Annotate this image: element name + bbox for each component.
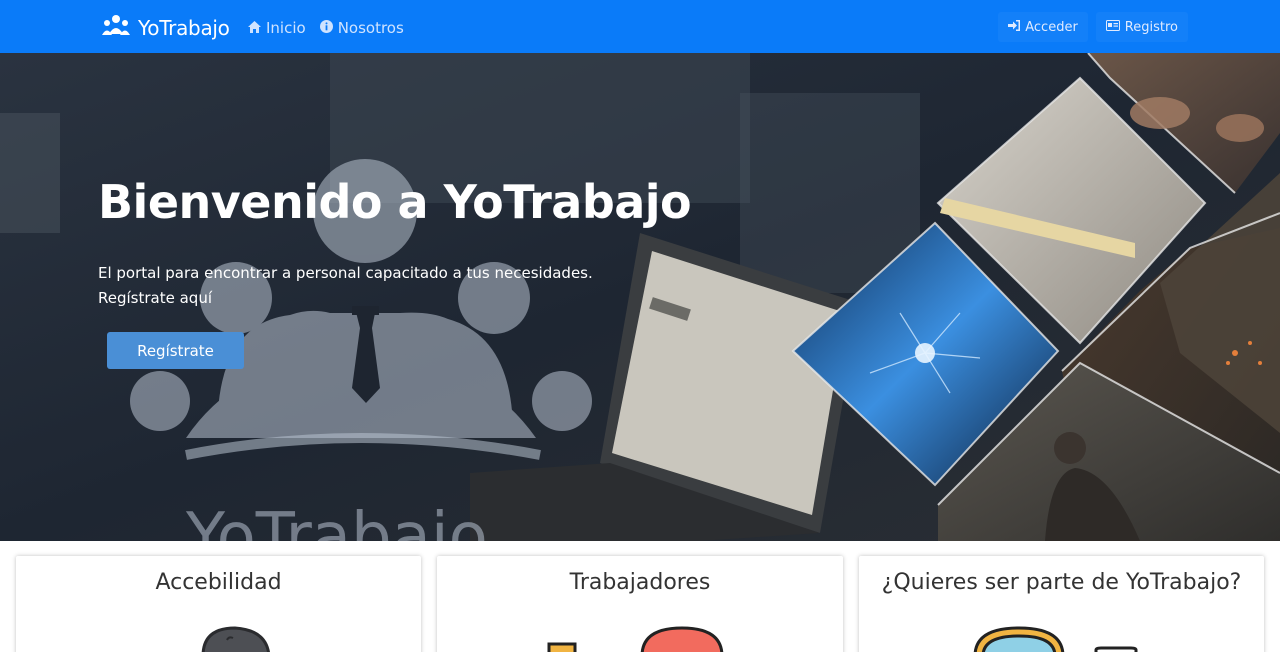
nav-link-label: Nosotros	[337, 19, 404, 37]
card-workers: Trabajadores	[437, 556, 843, 652]
info-icon	[319, 19, 333, 37]
card-title: Trabajadores	[569, 570, 711, 595]
hero-title: Bienvenido a YoTrabajo	[98, 175, 692, 229]
join-icon	[973, 626, 1138, 652]
hero-register-link[interactable]: Regístrate aquí	[98, 286, 593, 311]
account-nav: Acceder Registro	[998, 12, 1188, 42]
nav-link-label: Inicio	[266, 19, 306, 37]
register-nav-button[interactable]: Registro	[1095, 12, 1188, 42]
register-button[interactable]: Regístrate	[107, 332, 244, 369]
id-card-icon	[1105, 19, 1120, 35]
card-title: Accebilidad	[155, 570, 282, 595]
brand-name: YoTrabajo	[138, 15, 230, 40]
hero-subtitle: El portal para encontrar a personal capa…	[98, 261, 593, 311]
hand-icon	[201, 626, 270, 652]
primary-nav: Inicio Nosotros	[248, 19, 404, 37]
home-icon	[248, 19, 261, 37]
login-label: Acceder	[1025, 19, 1078, 35]
team-logo-icon	[100, 14, 132, 41]
hero-subtitle-line: El portal para encontrar a personal capa…	[98, 264, 593, 282]
card-join: ¿Quieres ser parte de YoTrabajo?	[859, 556, 1264, 652]
card-title: ¿Quieres ser parte de YoTrabajo?	[881, 570, 1242, 595]
workers-icon	[547, 626, 724, 652]
sign-in-icon	[1008, 19, 1021, 35]
register-label: Registro	[1124, 19, 1178, 35]
hero-banner: YoTrabajo Bienvenido a YoTrabajo El port…	[0, 53, 1280, 541]
feature-cards: Accebilidad Trabajadores ¿Quieres ser pa…	[0, 541, 1280, 652]
login-button[interactable]: Acceder	[998, 12, 1088, 42]
card-accessibility: Accebilidad	[16, 556, 421, 652]
hero-watermark-text: YoTrabajo	[185, 500, 488, 541]
navbar: YoTrabajo Inicio Nosotros Acceder Regist…	[0, 0, 1280, 53]
nav-link-inicio[interactable]: Inicio	[248, 19, 306, 37]
brand-link[interactable]: YoTrabajo	[100, 14, 230, 41]
nav-link-nosotros[interactable]: Nosotros	[319, 19, 404, 37]
